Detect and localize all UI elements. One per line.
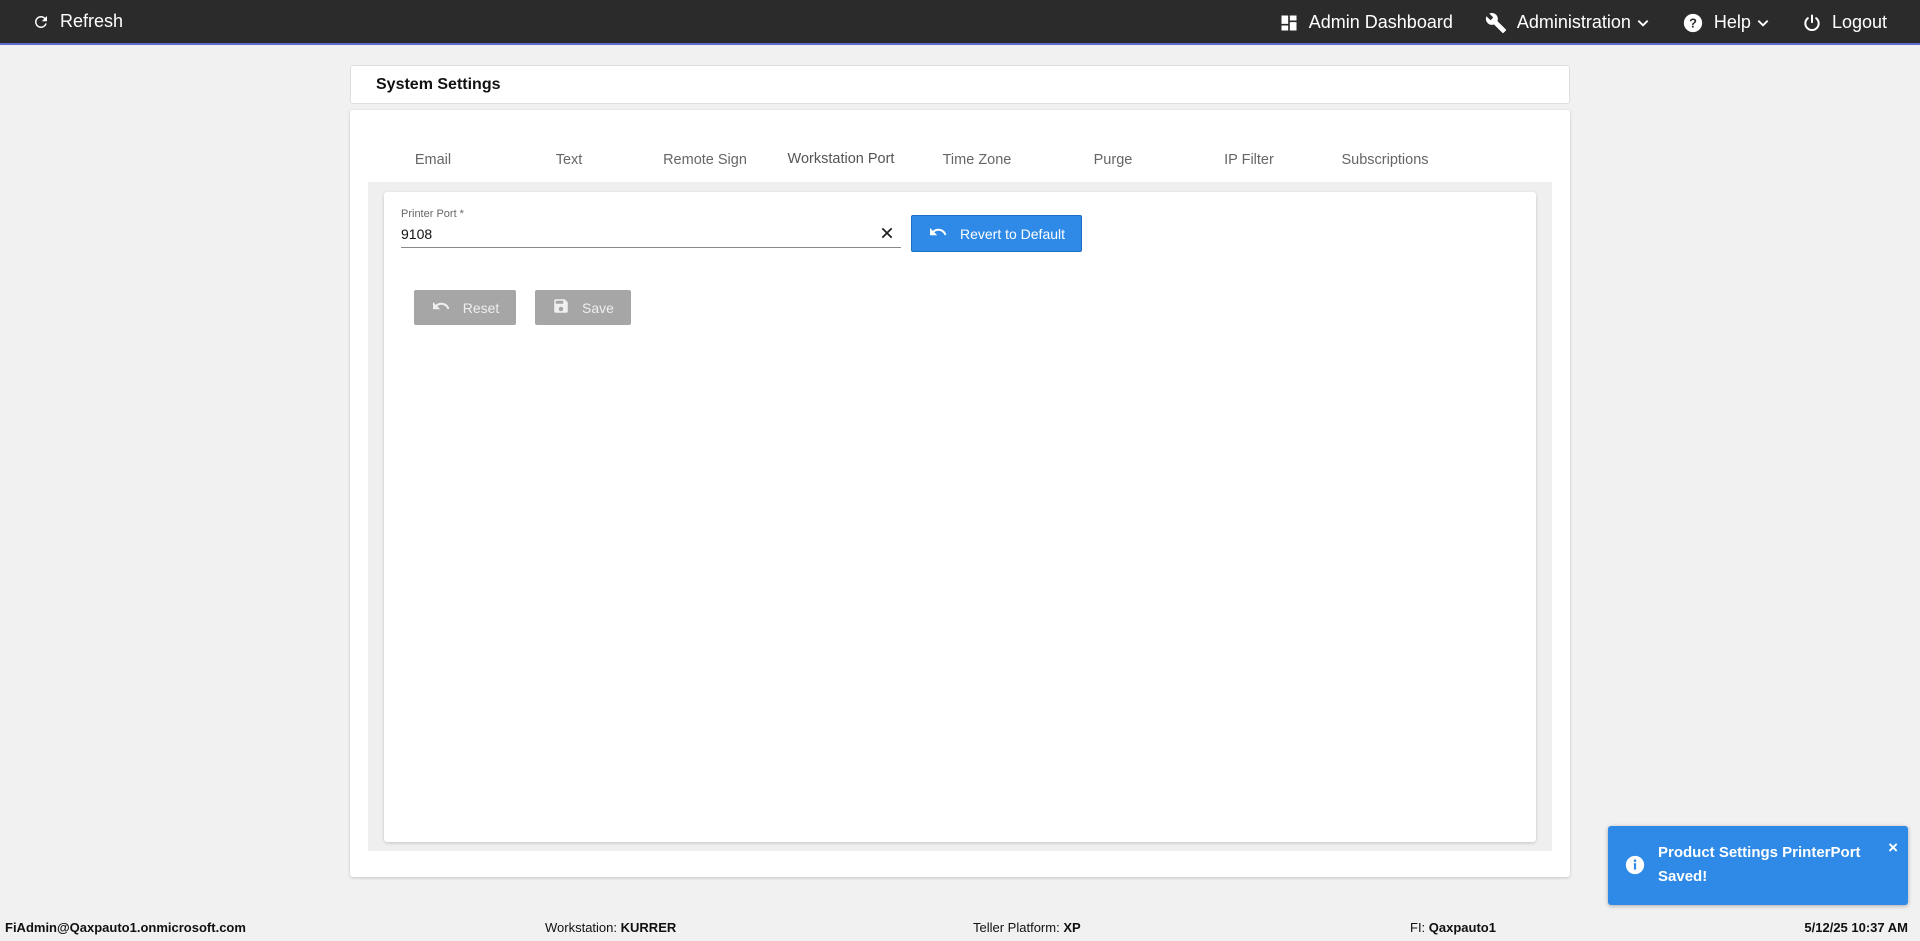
save-icon (552, 297, 570, 318)
logout-label: Logout (1831, 12, 1887, 32)
close-icon[interactable]: × (1888, 838, 1898, 858)
help-icon: ? (1682, 12, 1704, 34)
info-icon (1624, 854, 1646, 881)
administration-menu[interactable]: Administration (1485, 0, 1650, 45)
refresh-label: Refresh (60, 11, 124, 31)
fi-label: FI: (1410, 920, 1426, 935)
chevron-down-icon (1636, 16, 1650, 30)
teller-platform-label: Teller Platform: (973, 920, 1060, 935)
datetime: 5/12/25 10:37 AM (1804, 920, 1908, 935)
chevron-down-icon (1756, 16, 1770, 30)
toast-message: Product Settings PrinterPort Saved! (1658, 844, 1861, 885)
refresh-button[interactable]: Refresh (32, 0, 123, 44)
admin-dashboard-link[interactable]: Admin Dashboard (1279, 0, 1453, 45)
close-icon[interactable] (879, 225, 895, 241)
reset-label: Reset (462, 299, 500, 316)
top-bar: Refresh Admin Dashboard Administration ?… (0, 0, 1920, 45)
help-menu[interactable]: ? Help (1682, 0, 1770, 45)
status-bar: FiAdmin@Qaxpauto1.onmicrosoft.com Workst… (0, 915, 1920, 941)
workstation-value: KURRER (620, 920, 677, 935)
page-title: System Settings (376, 75, 501, 93)
undo-icon (431, 298, 451, 317)
undo-icon (928, 224, 948, 243)
dashboard-icon (1279, 13, 1299, 33)
settings-card: Email Text Remote Sign Workstation Port … (350, 110, 1570, 877)
teller-platform-value: XP (1063, 920, 1081, 935)
printer-port-input[interactable] (401, 224, 861, 244)
printer-port-field: Printer Port * (401, 208, 901, 248)
toast-notification: Product Settings PrinterPort Saved! × (1608, 826, 1908, 905)
save-button[interactable]: Save (535, 290, 631, 325)
power-icon (1802, 13, 1822, 33)
workstation-info: Workstation: KURRER (545, 920, 676, 935)
revert-to-default-label: Revert to Default (959, 225, 1066, 242)
page-title-card: System Settings (350, 65, 1570, 104)
help-label: Help (1713, 12, 1751, 32)
logout-button[interactable]: Logout (1802, 0, 1887, 45)
tab-panel-background: Printer Port * Revert to Default Reset (368, 182, 1552, 851)
teller-platform-info: Teller Platform: XP (973, 920, 1081, 935)
workstation-label: Workstation: (545, 920, 618, 935)
fi-value: Qaxpauto1 (1428, 920, 1496, 935)
fi-info: FI: Qaxpauto1 (1410, 920, 1496, 935)
reset-button[interactable]: Reset (414, 290, 516, 325)
refresh-icon (32, 13, 50, 31)
admin-dashboard-label: Admin Dashboard (1308, 12, 1453, 32)
wrench-icon (1485, 12, 1507, 34)
printer-port-label: Printer Port * (401, 208, 464, 220)
revert-to-default-button[interactable]: Revert to Default (911, 215, 1082, 252)
svg-text:?: ? (1689, 15, 1697, 30)
workstation-port-panel: Printer Port * Revert to Default Reset (384, 192, 1536, 842)
save-label: Save (582, 299, 614, 316)
administration-label: Administration (1516, 12, 1631, 32)
user-email: FiAdmin@Qaxpauto1.onmicrosoft.com (5, 920, 246, 935)
